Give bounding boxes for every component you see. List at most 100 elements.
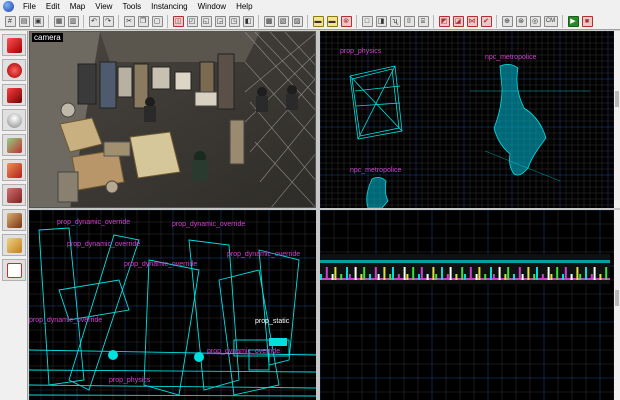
- path-tool[interactable]: [2, 259, 26, 281]
- geometry-mark: [377, 274, 380, 280]
- top-2d-viewport[interactable]: prop_physics npc_metropolice npc_metropo…: [320, 31, 620, 208]
- copy-icon[interactable]: ❐: [137, 15, 149, 27]
- side-grid: prop_dynamic_override prop_dynamic_overr…: [29, 210, 316, 400]
- camera-tool[interactable]: [2, 84, 26, 106]
- game-launch-icon[interactable]: ▶: [567, 15, 579, 27]
- menu-edit[interactable]: Edit: [41, 0, 65, 13]
- texture-browser-icon[interactable]: ▩: [263, 15, 275, 27]
- cubemap-icon[interactable]: CM: [543, 15, 558, 27]
- geometry-mark: [599, 274, 602, 280]
- map-properties-icon[interactable]: ▥: [67, 15, 79, 27]
- entity-label: prop_physics: [109, 377, 151, 384]
- geometry-mark: [504, 274, 507, 280]
- redo-icon[interactable]: ↷: [102, 15, 114, 27]
- geometry-mark: [435, 274, 438, 280]
- entity-label: prop_dynamic_override: [67, 241, 140, 248]
- arrow-pointer-icon: [6, 37, 22, 53]
- geometry-mark: [536, 267, 538, 280]
- toolbar-separator: [48, 14, 49, 28]
- display-helpers-icon[interactable]: ⌷: [403, 15, 415, 27]
- decal-tool[interactable]: [2, 209, 26, 231]
- hide-icon[interactable]: ◱: [200, 15, 212, 27]
- side-2d-viewport[interactable]: prop_dynamic_override prop_dynamic_overr…: [29, 210, 316, 400]
- scroll-thumb[interactable]: [615, 290, 619, 306]
- camera-viewport[interactable]: camera: [29, 31, 316, 208]
- entity-label: prop_dynamic_override: [207, 348, 280, 355]
- snap-to-grid-icon[interactable]: ʯ: [389, 15, 401, 27]
- cut-icon[interactable]: ✂: [123, 15, 135, 27]
- group-icon[interactable]: ◫: [172, 15, 184, 27]
- toolbar-separator: [496, 14, 497, 28]
- geometry-mark: [455, 274, 458, 280]
- map-icon[interactable]: ▦: [53, 15, 65, 27]
- block-tool[interactable]: [2, 134, 26, 156]
- unhide-icon[interactable]: ◲: [214, 15, 226, 27]
- selection-tool[interactable]: [2, 34, 26, 56]
- geometry-mark: [334, 267, 337, 280]
- move-to-world-icon[interactable]: ◳: [228, 15, 240, 27]
- menu-bar: File Edit Map View Tools Instancing Wind…: [0, 0, 620, 13]
- toolbar-separator: [118, 14, 119, 28]
- texture-scale-lock-icon[interactable]: ▬: [326, 15, 338, 27]
- undo-icon[interactable]: ↶: [88, 15, 100, 27]
- menu-window[interactable]: Window: [193, 0, 231, 13]
- scroll-thumb[interactable]: [615, 91, 619, 107]
- texture-replace-icon[interactable]: ▧: [277, 15, 289, 27]
- geometry-mark: [527, 267, 530, 280]
- geometry-mark: [418, 274, 420, 280]
- entity-report-icon[interactable]: ▨: [291, 15, 303, 27]
- menu-help[interactable]: Help: [231, 0, 257, 13]
- entity-label: prop_dynamic_override: [227, 251, 300, 258]
- hide-items-icon[interactable]: ◨: [375, 15, 387, 27]
- show-models-icon[interactable]: ⌸: [417, 15, 429, 27]
- geometry-mark: [521, 274, 524, 280]
- entity-tool[interactable]: [2, 109, 26, 131]
- entity-label: prop_static: [255, 318, 290, 325]
- geometry-mark: [346, 267, 348, 280]
- menu-map[interactable]: Map: [65, 0, 91, 13]
- tie-to-entity-icon[interactable]: ◧: [242, 15, 254, 27]
- apply-current-texture-tool[interactable]: [2, 184, 26, 206]
- vertex-edit-icon[interactable]: ✔: [480, 15, 492, 27]
- grid-icon[interactable]: #: [4, 15, 16, 27]
- app-logo-icon: [3, 1, 14, 12]
- menu-view[interactable]: View: [90, 0, 117, 13]
- paste-icon[interactable]: ▢: [151, 15, 163, 27]
- sound-icon[interactable]: ◎: [529, 15, 541, 27]
- geometry-mark: [590, 274, 593, 280]
- texture-application-tool[interactable]: [2, 159, 26, 181]
- vertical-scrollbar[interactable]: [614, 31, 620, 208]
- texture-cube-icon: [6, 187, 22, 203]
- menu-file[interactable]: File: [18, 0, 41, 13]
- overlay-tool[interactable]: [2, 234, 26, 256]
- geometry-mark: [605, 267, 608, 280]
- menu-instancing[interactable]: Instancing: [146, 0, 192, 13]
- texture-lock-icon[interactable]: ▬: [312, 15, 324, 27]
- save-icon[interactable]: ▣: [32, 15, 44, 27]
- geometry-mark: [363, 267, 366, 280]
- geometry-mark: [484, 274, 487, 280]
- entity-label: npc_metropolice: [485, 54, 536, 61]
- geometry-mark: [550, 274, 553, 280]
- geometry-mark: [498, 267, 501, 280]
- compile-icon[interactable]: ⊕: [501, 15, 513, 27]
- stop-icon[interactable]: ■: [581, 15, 593, 27]
- hollow-icon[interactable]: ◪: [452, 15, 464, 27]
- geometry-mark: [513, 274, 515, 280]
- main-toolbar: # ▤ ▣ ▦ ▥ ↶ ↷ ✂ ❐ ▢ ◫ ◰ ◱ ◲ ◳ ◧ ▩ ▧ ▨ ▬ …: [0, 13, 620, 30]
- check-problems-icon[interactable]: ⊗: [340, 15, 352, 27]
- open-icon[interactable]: ▤: [18, 15, 30, 27]
- magnify-tool[interactable]: [2, 59, 26, 81]
- front-2d-viewport[interactable]: [320, 210, 620, 400]
- selection-box-icon[interactable]: □: [361, 15, 373, 27]
- menu-tools[interactable]: Tools: [117, 0, 146, 13]
- toolbar-separator: [167, 14, 168, 28]
- geometry-mark: [420, 267, 423, 280]
- clipping-icon[interactable]: ⋈: [466, 15, 478, 27]
- top-grid: prop_physics npc_metropolice npc_metropo…: [320, 31, 620, 208]
- run-map-icon[interactable]: ⊛: [515, 15, 527, 27]
- ungroup-icon[interactable]: ◰: [186, 15, 198, 27]
- vertical-scrollbar[interactable]: [614, 210, 620, 400]
- carve-icon[interactable]: ◩: [438, 15, 450, 27]
- geometry-mark: [579, 274, 582, 280]
